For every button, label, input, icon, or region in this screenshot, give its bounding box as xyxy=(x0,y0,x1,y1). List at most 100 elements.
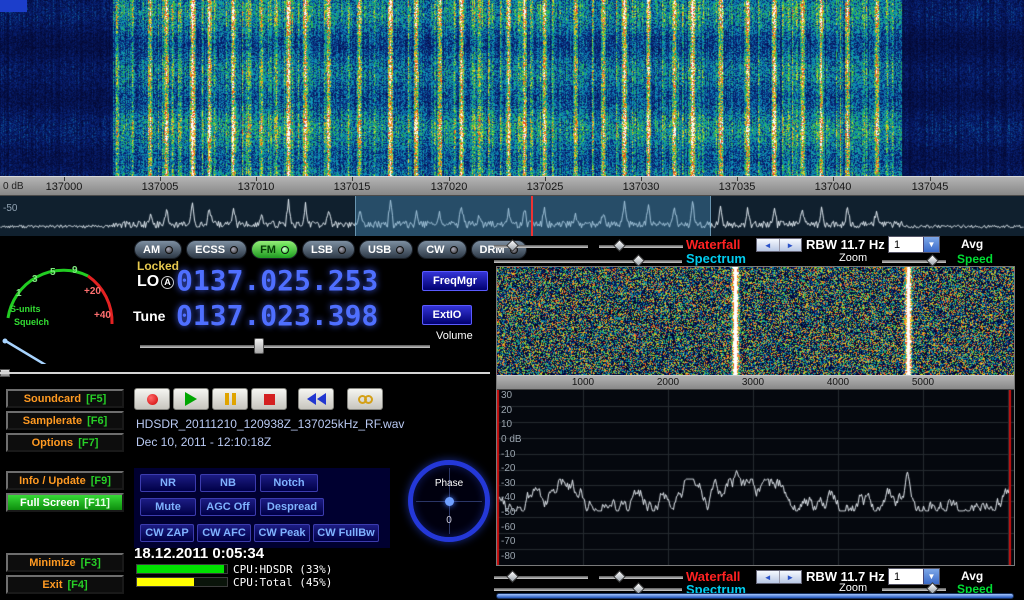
lo-frequency-display[interactable]: 0137.025.253 xyxy=(176,264,378,297)
mode-lsb[interactable]: LSB xyxy=(302,240,355,259)
rf-freq-tick: 3000 xyxy=(742,377,764,388)
avg-select-top[interactable]: 1▼ xyxy=(888,236,940,253)
record-icon xyxy=(147,394,158,405)
slider-thumb[interactable] xyxy=(632,254,645,267)
freq-tick: 137000 xyxy=(46,181,83,193)
mode-usb[interactable]: USB xyxy=(359,240,413,259)
minimize-button[interactable]: Minimize[F3] xyxy=(6,553,124,572)
freq-tick: 137045 xyxy=(912,181,949,193)
tune-frequency-display[interactable]: 0137.023.398 xyxy=(176,299,378,332)
tune-marker-line[interactable] xyxy=(531,196,533,236)
recording-filename: HDSDR_20111210_120938Z_137025kHz_RF.wav xyxy=(136,417,404,431)
slider-thumb[interactable] xyxy=(506,570,519,583)
cw-zap-button[interactable]: CW ZAP xyxy=(140,524,194,542)
freq-tick: 137020 xyxy=(431,181,468,193)
agc-off-button[interactable]: AGC Off xyxy=(200,498,256,516)
nr-button[interactable]: NR xyxy=(140,474,196,492)
demod-selection-region[interactable] xyxy=(355,196,711,236)
waterfall-tab-top[interactable]: Waterfall xyxy=(686,237,740,252)
zoom-scrollbar[interactable] xyxy=(496,593,1014,599)
rf-waterfall[interactable] xyxy=(497,267,1014,375)
brightness-slider-track-bottom[interactable] xyxy=(494,576,588,579)
extio-button[interactable]: ExtIO xyxy=(422,305,472,325)
freq-tick: 137035 xyxy=(719,181,756,193)
mode-led xyxy=(281,246,289,254)
zoom-slider-track-top[interactable] xyxy=(882,260,946,263)
brightness-slider-track[interactable] xyxy=(494,245,588,248)
cpu-total-fill xyxy=(137,578,194,586)
cpu-total-bar xyxy=(136,577,228,587)
rf-freq-tick: 5000 xyxy=(912,377,934,388)
cpu-total-label: CPU:Total (45%) xyxy=(233,576,332,589)
main-waterfall[interactable] xyxy=(0,0,1024,176)
rf-freq-tick: 4000 xyxy=(827,377,849,388)
arrow-right-icon[interactable]: ► xyxy=(780,239,802,251)
locked-label: Locked xyxy=(137,259,179,273)
dsp-panel: NR NB Notch Mute AGC Off Despread CW ZAP… xyxy=(134,468,390,548)
play-icon xyxy=(185,392,197,406)
waterfall-corner-marker xyxy=(0,0,27,12)
frequency-ruler[interactable]: 0 dB 137000 137005 137010 137015 137020 … xyxy=(0,176,1024,196)
cw-fullbw-button[interactable]: CW FullBw xyxy=(313,524,379,542)
cw-afc-button[interactable]: CW AFC xyxy=(197,524,251,542)
arrow-left-icon[interactable]: ◄ xyxy=(757,239,780,251)
mode-drm[interactable]: DRM xyxy=(471,240,527,259)
mode-led xyxy=(338,246,346,254)
rf-spectrum[interactable]: 3020100 dB-10-20-30-40-50-60-70-80 xyxy=(497,390,1014,565)
slider-thumb[interactable] xyxy=(613,239,626,252)
slider-thumb[interactable] xyxy=(926,254,939,267)
mode-bar: AM ECSS FM LSB USB CW DRM xyxy=(134,240,527,259)
s-meter-scale-3: 3 xyxy=(32,274,38,285)
mode-led xyxy=(450,246,458,254)
cw-peak-button[interactable]: CW Peak xyxy=(254,524,310,542)
freq-tick: 137010 xyxy=(238,181,275,193)
speed-slider-track-bottom[interactable] xyxy=(494,588,682,591)
notch-button[interactable]: Notch xyxy=(260,474,318,492)
mute-button[interactable]: Mute xyxy=(140,498,196,516)
spectrum-tab-top[interactable]: Spectrum xyxy=(686,251,746,266)
stop-icon xyxy=(264,394,275,405)
loop-button[interactable] xyxy=(347,388,383,410)
volume-slider-track[interactable] xyxy=(140,345,430,348)
zoom-slider-track-bottom[interactable] xyxy=(882,588,946,591)
s-units-label: S-units xyxy=(10,304,41,314)
s-meter-scale-1: 1 xyxy=(16,288,22,299)
speed-slider-track-top[interactable] xyxy=(494,260,682,263)
exit-button[interactable]: Exit[F4] xyxy=(6,575,124,594)
options-button[interactable]: Options[F7] xyxy=(6,433,124,452)
mode-fm[interactable]: FM xyxy=(251,240,298,259)
arrow-left-icon[interactable]: ◄ xyxy=(757,571,780,583)
freqmgr-button[interactable]: FreqMgr xyxy=(422,271,488,291)
mode-cw[interactable]: CW xyxy=(417,240,466,259)
soundcard-button[interactable]: Soundcard[F5] xyxy=(6,389,124,408)
s-meter-needle-tip xyxy=(3,339,8,344)
tune-label: Tune xyxy=(133,308,165,324)
overview-spectrum[interactable]: -50 xyxy=(0,196,1024,236)
mode-ecss[interactable]: ECSS xyxy=(186,240,247,259)
freq-tick: 137025 xyxy=(527,181,564,193)
samplerate-button[interactable]: Samplerate[F6] xyxy=(6,411,124,430)
hdsdr-window: 0 dB 137000 137005 137010 137015 137020 … xyxy=(0,0,1024,600)
nb-button[interactable]: NB xyxy=(200,474,256,492)
dropdown-arrow-icon[interactable]: ▼ xyxy=(923,237,939,252)
lo-a-badge[interactable]: A xyxy=(161,276,174,289)
despread-button[interactable]: Despread xyxy=(260,498,324,516)
mode-am[interactable]: AM xyxy=(134,240,182,259)
panel-splitter[interactable] xyxy=(0,372,490,374)
rewind-button[interactable] xyxy=(298,388,334,410)
fullscreen-button[interactable]: Full Screen[F11] xyxy=(6,493,124,512)
volume-label: Volume xyxy=(436,330,473,342)
stop-button[interactable] xyxy=(251,388,287,410)
contrast-slider-track-bottom[interactable] xyxy=(599,576,683,579)
rf-frequency-ruler[interactable]: 1000 2000 3000 4000 5000 xyxy=(497,375,1014,390)
record-button[interactable] xyxy=(134,388,170,410)
slider-thumb[interactable] xyxy=(613,570,626,583)
pause-button[interactable] xyxy=(212,388,248,410)
play-button[interactable] xyxy=(173,388,209,410)
contrast-slider-track[interactable] xyxy=(599,245,683,248)
volume-slider-thumb[interactable] xyxy=(254,338,264,354)
rf-spectrum-trace xyxy=(497,390,1014,565)
info-update-button[interactable]: Info / Update[F9] xyxy=(6,471,124,490)
arrow-right-icon[interactable]: ► xyxy=(780,571,802,583)
playback-bar xyxy=(134,388,383,410)
